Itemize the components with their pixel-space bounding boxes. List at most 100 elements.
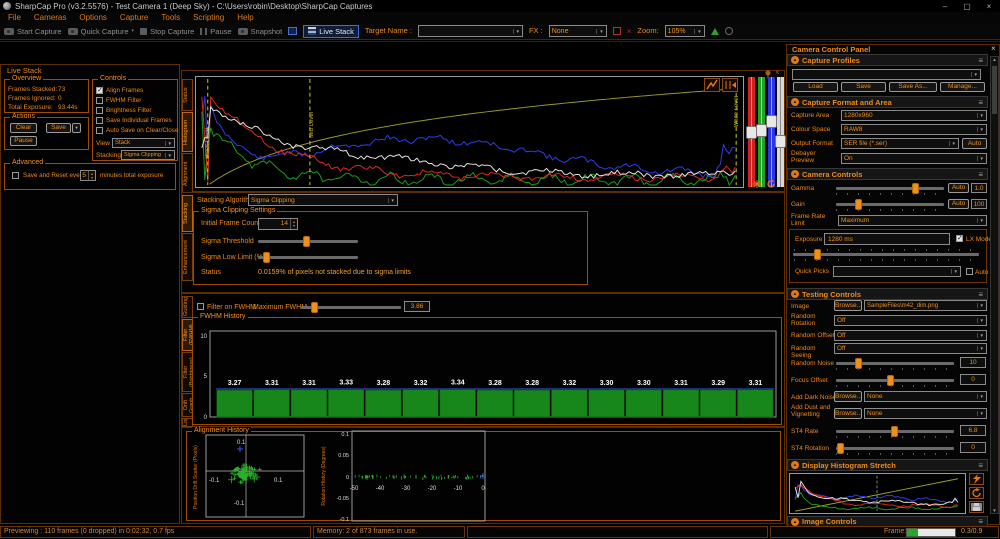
sigma-low-limit-slider[interactable] <box>258 252 358 263</box>
random-noise-slider[interactable] <box>836 358 954 369</box>
zoom-combo[interactable]: 105% ▼ <box>664 25 705 37</box>
save-individual-checkbox[interactable] <box>96 117 103 124</box>
scroll-up-icon[interactable]: ▲ <box>991 57 998 62</box>
save-as-profile-button[interactable]: Save As... <box>889 82 937 92</box>
white-level-slider-bar[interactable] <box>775 77 786 187</box>
dust-combo[interactable]: None ▼ <box>864 408 987 419</box>
histogram-reset-icon[interactable] <box>766 179 776 189</box>
histogram-levels-icon[interactable] <box>722 78 738 92</box>
frame-rate-limit-combo[interactable]: Maximum ▼ <box>838 215 987 226</box>
tab-enhancement[interactable]: Enhancement <box>182 233 193 281</box>
section-camera-controls[interactable]: ▴ Camera Controls ≡ <box>787 168 988 180</box>
scroll-down-icon[interactable]: ▼ <box>991 508 998 513</box>
menu-icon[interactable]: ≡ <box>978 98 983 107</box>
align-frames-checkbox[interactable]: ✓ <box>96 87 103 94</box>
timer-icon[interactable] <box>724 27 733 35</box>
menu-tools[interactable]: Tools <box>161 13 180 22</box>
stretch-apply-icon[interactable] <box>969 473 984 485</box>
start-capture-button[interactable]: Start Capture <box>4 27 62 36</box>
pause-stack-button[interactable]: Pause <box>10 136 37 146</box>
tab-status[interactable]: Status <box>182 79 193 111</box>
maximize-button[interactable]: ▢ <box>956 2 978 11</box>
pause-button[interactable]: Pause <box>200 27 232 36</box>
section-capture-format[interactable]: ▴ Capture Format and Area ≡ <box>787 96 988 108</box>
histogram-stretch-icon[interactable] <box>704 78 720 92</box>
menu-options[interactable]: Options <box>79 13 107 22</box>
stop-capture-button[interactable]: Stop Capture <box>140 27 194 36</box>
menu-cameras[interactable]: Cameras <box>34 13 66 22</box>
brightness-filter-checkbox[interactable] <box>96 107 103 114</box>
quick-picks-auto-checkbox[interactable] <box>966 268 973 275</box>
gain-auto-button[interactable]: Auto <box>948 199 969 209</box>
filter-on-fwhm-checkbox[interactable] <box>197 303 204 310</box>
image-browse-button[interactable]: Browse... <box>834 300 862 311</box>
gamma-auto-button[interactable]: Auto <box>948 183 969 193</box>
tab-stacking[interactable]: Stacking <box>182 195 193 232</box>
tab-histogram[interactable]: Histogram <box>182 112 193 152</box>
red-level-slider[interactable] <box>746 77 757 187</box>
close-histogram-icon[interactable]: × <box>775 68 780 77</box>
stretch-reset-icon[interactable] <box>969 487 984 499</box>
target-name-combo[interactable]: ▼ <box>417 25 523 37</box>
capture-area-combo[interactable]: 1280x960 ▼ <box>841 110 987 121</box>
dark-noise-combo[interactable]: None ▼ <box>864 391 987 402</box>
auto-save-checkbox[interactable] <box>96 127 103 134</box>
st4-rotation-slider[interactable] <box>836 443 954 454</box>
save-profile-button[interactable]: Save <box>841 82 886 92</box>
section-capture-profiles[interactable]: ▴ Capture Profiles ≡ <box>787 54 988 66</box>
dark-noise-browse-button[interactable]: Browse... <box>834 391 862 402</box>
stacking-combo[interactable]: Sigma Clipping ▼ <box>121 150 175 160</box>
blue-level-slider[interactable] <box>766 77 777 187</box>
auto-stretch-icon[interactable] <box>710 27 719 35</box>
stretch-save-icon[interactable] <box>969 501 984 513</box>
sigma-threshold-slider[interactable] <box>258 236 358 247</box>
tab-guiding[interactable]: Guiding <box>182 296 193 318</box>
panel-scrollbar[interactable]: ▲ ▼ <box>990 56 999 514</box>
colour-space-combo[interactable]: RAW8 ▼ <box>841 124 987 135</box>
random-offset-combo[interactable]: Off ▼ <box>834 330 987 341</box>
exposure-slider[interactable] <box>793 249 979 260</box>
gain-slider[interactable] <box>836 199 944 210</box>
minimize-button[interactable]: – <box>934 2 956 11</box>
exposure-value[interactable]: 1280 ms <box>824 233 950 245</box>
menu-icon[interactable]: ≡ <box>978 56 983 65</box>
save-reset-minutes-spinner[interactable]: 5 ▴ ▾ <box>80 170 96 181</box>
save-button[interactable]: Save <box>46 123 71 133</box>
random-seeing-combo[interactable]: Off ▼ <box>834 343 987 354</box>
debayer-preview-combo[interactable]: On ▼ <box>841 153 987 164</box>
scrollbar-thumb[interactable] <box>992 66 997 114</box>
maximum-fwhm-slider[interactable] <box>301 302 401 313</box>
green-level-slider[interactable] <box>756 77 767 187</box>
preview-toggle-button[interactable] <box>288 27 298 35</box>
dust-browse-button[interactable]: Browse... <box>834 408 862 419</box>
menu-file[interactable]: File <box>8 13 21 22</box>
menu-icon[interactable]: ≡ <box>978 170 983 179</box>
quick-capture-button[interactable]: Quick Capture ▾ <box>67 27 134 36</box>
fx-combo[interactable]: None ▼ <box>548 25 607 37</box>
random-rotation-combo[interactable]: Off ▼ <box>834 315 987 326</box>
st4-rate-slider[interactable] <box>836 426 954 437</box>
menu-icon[interactable]: ≡ <box>978 290 983 299</box>
output-format-auto-button[interactable]: Auto <box>962 138 987 149</box>
quick-picks-combo[interactable]: ▼ <box>833 266 961 277</box>
snapshot-button[interactable]: Snapshot <box>237 27 282 36</box>
output-format-combo[interactable]: SER file (*.ser) ▼ <box>841 138 959 149</box>
fwhm-filter-checkbox[interactable] <box>96 97 103 104</box>
save-dropdown-button[interactable]: ▾ <box>72 123 81 133</box>
initial-frame-count-spinner[interactable]: 14 ▴ ▾ <box>258 218 298 230</box>
menu-capture[interactable]: Capture <box>120 13 148 22</box>
stacking-algorithm-combo[interactable]: Sigma Clipping ▼ <box>248 194 398 206</box>
menu-help[interactable]: Help <box>237 13 253 22</box>
close-button[interactable]: × <box>978 2 1000 11</box>
blue-level-handle[interactable] <box>766 115 777 128</box>
menu-scripting[interactable]: Scripting <box>193 13 224 22</box>
capture-profiles-combo[interactable]: ▼ <box>792 69 981 80</box>
menu-icon[interactable]: ≡ <box>978 461 983 470</box>
manage-profiles-button[interactable]: Manage... <box>940 82 985 92</box>
section-display-stretch[interactable]: ▴ Display Histogram Stretch ≡ <box>787 459 988 471</box>
lx-mode-checkbox[interactable]: ✓ <box>956 235 963 242</box>
focus-offset-slider[interactable] <box>836 375 954 386</box>
view-combo[interactable]: Stack ▼ <box>112 138 175 148</box>
white-level-handle[interactable] <box>775 135 786 148</box>
close-panel-icon[interactable]: × <box>991 44 996 53</box>
